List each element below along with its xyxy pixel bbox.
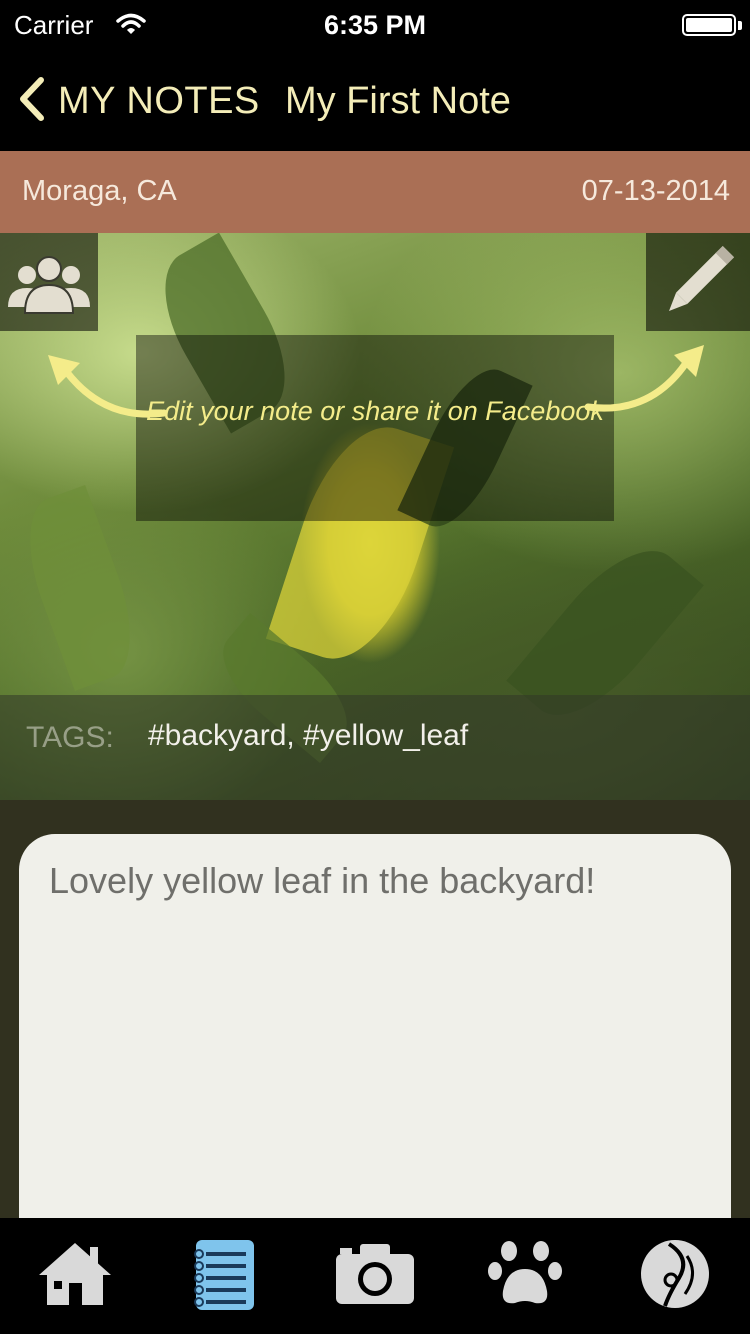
page-title: My First Note — [285, 80, 511, 122]
note-location: Moraga, CA — [22, 175, 177, 207]
back-button-label: MY NOTES — [58, 79, 260, 122]
tip-overlay: Edit your note or share it on Facebook — [136, 335, 614, 521]
notebook-icon — [190, 1236, 260, 1317]
note-card[interactable]: Lovely yellow leaf in the backyard! — [19, 834, 731, 1234]
camera-icon — [334, 1242, 416, 1311]
battery-nub — [738, 21, 742, 30]
back-button[interactable]: MY NOTES — [16, 76, 260, 126]
tab-home[interactable] — [0, 1218, 150, 1334]
paw-icon — [487, 1239, 563, 1314]
chevron-left-icon — [16, 76, 46, 127]
curved-arrow-right-icon — [580, 339, 710, 424]
curved-arrow-left-icon — [44, 345, 174, 430]
tab-pets[interactable] — [450, 1218, 600, 1334]
status-time: 6:35 PM — [323, 10, 427, 40]
tab-notes[interactable] — [150, 1218, 300, 1334]
tip-text: Edit your note or share it on Facebook — [146, 396, 604, 426]
home-icon — [35, 1239, 115, 1314]
tab-explore[interactable] — [600, 1218, 750, 1334]
tags-value[interactable]: #backyard, #yellow_leaf — [148, 719, 468, 753]
tab-bar — [0, 1218, 750, 1334]
note-content-area: Lovely yellow leaf in the backyard! — [0, 800, 750, 1234]
status-bar: Carrier 6:35 PM — [0, 0, 750, 50]
navigation-bar: MY NOTES My First Note — [0, 50, 750, 150]
share-button[interactable] — [0, 233, 98, 331]
battery-icon — [682, 14, 736, 36]
location-bar: Moraga, CA 07-13-2014 — [0, 151, 750, 233]
tags-label: TAGS: — [26, 721, 114, 754]
note-date: 07-13-2014 — [581, 175, 730, 207]
compass-icon — [639, 1238, 711, 1315]
tags-bar: TAGS: #backyard, #yellow_leaf — [0, 695, 750, 800]
pencil-icon — [646, 245, 750, 335]
edit-button[interactable] — [646, 233, 750, 331]
note-photo: Edit your note or share it on Facebook T… — [0, 233, 750, 800]
tab-camera[interactable] — [300, 1218, 450, 1334]
leaf-shape — [9, 485, 151, 691]
group-icon — [0, 256, 98, 335]
note-body[interactable]: Lovely yellow leaf in the backyard! — [49, 860, 595, 902]
